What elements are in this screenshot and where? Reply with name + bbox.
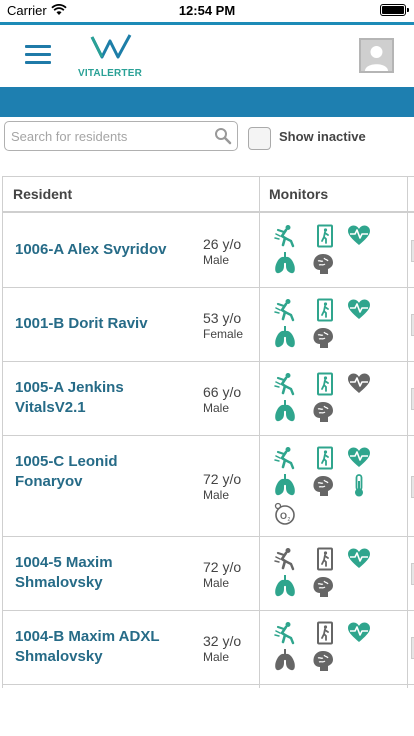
fall-icon[interactable] [273,621,297,645]
brain-icon[interactable] [311,649,335,673]
resident-sex: Male [203,488,230,502]
heart-icon[interactable] [347,621,371,645]
status-bar: Carrier 12:54 PM [0,0,414,22]
resident-age-sex: 66 y/o Male [203,384,253,416]
heart-icon[interactable] [347,298,371,322]
bed-exit-icon[interactable] [313,621,337,645]
resident-age-sex: 32 y/o Male [203,633,253,665]
app-header: VITALERTER [0,25,414,87]
resident-age: 26 y/o [203,236,242,252]
resident-sex: Male [203,253,230,267]
table-row[interactable]: 1004-5 Maxim Shmalovsky 72 y/o Male [3,537,414,611]
table-row[interactable]: 1006-A Alex Svyridov 26 y/o Male [3,214,414,288]
heart-icon[interactable] [347,547,371,571]
search-input[interactable] [11,127,206,145]
resident-age: 32 y/o [203,633,242,649]
resident-name[interactable]: 1005-A Jenkins VitalsV2.1 [15,378,180,418]
resident-sex: Male [203,650,230,664]
bed-exit-icon[interactable] [313,547,337,571]
lungs-icon[interactable] [273,473,297,498]
resident-name[interactable]: 1005-C Leonid Fonaryov [15,452,180,492]
bed-exit-icon[interactable] [313,372,337,396]
resident-name[interactable]: 1004-B Maxim ADXL Shmalovsky [15,627,180,667]
resident-age: 53 y/o [203,310,242,326]
fall-icon[interactable] [273,372,297,396]
table-header: Resident Monitors [3,177,414,213]
show-inactive-checkbox[interactable] [248,127,271,150]
fall-icon[interactable] [273,547,297,571]
thermometer-icon[interactable] [347,474,371,498]
resident-age: 66 y/o [203,384,242,400]
brain-icon[interactable] [311,400,335,424]
resident-age-sex: 72 y/o Male [203,471,253,503]
heart-icon[interactable] [347,224,371,248]
bed-exit-icon[interactable] [313,446,337,470]
resident-age-sex: 72 y/o Male [203,559,253,591]
table-row[interactable]: 1005-A Jenkins VitalsV2.1 66 y/o Male [3,362,414,436]
resident-age-sex: 53 y/o Female [203,310,253,342]
user-avatar[interactable] [359,38,394,73]
column-header-resident[interactable]: Resident [13,186,72,202]
bed-exit-icon[interactable] [313,224,337,248]
battery-icon [380,4,409,16]
heart-icon[interactable] [347,372,371,396]
resident-sex: Male [203,576,230,590]
logo-text: VITALERTER [78,68,143,79]
resident-sex: Female [203,327,244,341]
resident-age: 72 y/o [203,471,242,487]
page-bottom [0,688,414,736]
bed-exit-icon[interactable] [313,298,337,322]
resident-sex: Male [203,401,230,415]
menu-icon[interactable] [25,45,51,65]
residents-table: Resident Monitors 1006-A Alex Svyridov 26… [2,176,414,688]
search-box[interactable] [4,121,238,151]
column-header-monitors[interactable]: Monitors [269,186,328,202]
resident-age: 72 y/o [203,559,242,575]
vitalerter-logo: VITALERTER [78,33,148,83]
lungs-icon[interactable] [273,251,297,276]
table-row[interactable]: 1005-C Leonid Fonaryov 72 y/o Male O 2 [3,436,414,537]
title-bar [0,87,414,117]
search-icon[interactable] [214,127,232,145]
resident-name[interactable]: 1001-B Dorit Raviv [15,314,180,334]
fall-icon[interactable] [273,298,297,322]
clock: 12:54 PM [178,3,236,18]
oxygen-icon[interactable]: O 2 [273,502,297,526]
resident-age-sex: 26 y/o Male [203,236,253,268]
fall-icon[interactable] [273,446,297,470]
table-row[interactable]: 1001-B Dorit Raviv 53 y/o Female [3,288,414,362]
lungs-icon[interactable] [273,574,297,599]
brain-icon[interactable] [311,326,335,350]
resident-name[interactable]: 1004-5 Maxim Shmalovsky [15,553,180,593]
lungs-icon[interactable] [273,648,297,673]
show-inactive-label: Show inactive [279,129,366,144]
svg-text:O: O [280,511,287,521]
svg-text:2: 2 [288,517,291,523]
brain-icon[interactable] [311,252,335,276]
brain-icon[interactable] [311,575,335,599]
heart-icon[interactable] [347,446,371,470]
lungs-icon[interactable] [273,399,297,424]
resident-name[interactable]: 1006-A Alex Svyridov [15,240,180,260]
brain-icon[interactable] [311,474,335,498]
fall-icon[interactable] [273,224,297,248]
table-row[interactable]: 1004-B Maxim ADXL Shmalovsky 32 y/o Male [3,611,414,685]
lungs-icon[interactable] [273,325,297,350]
